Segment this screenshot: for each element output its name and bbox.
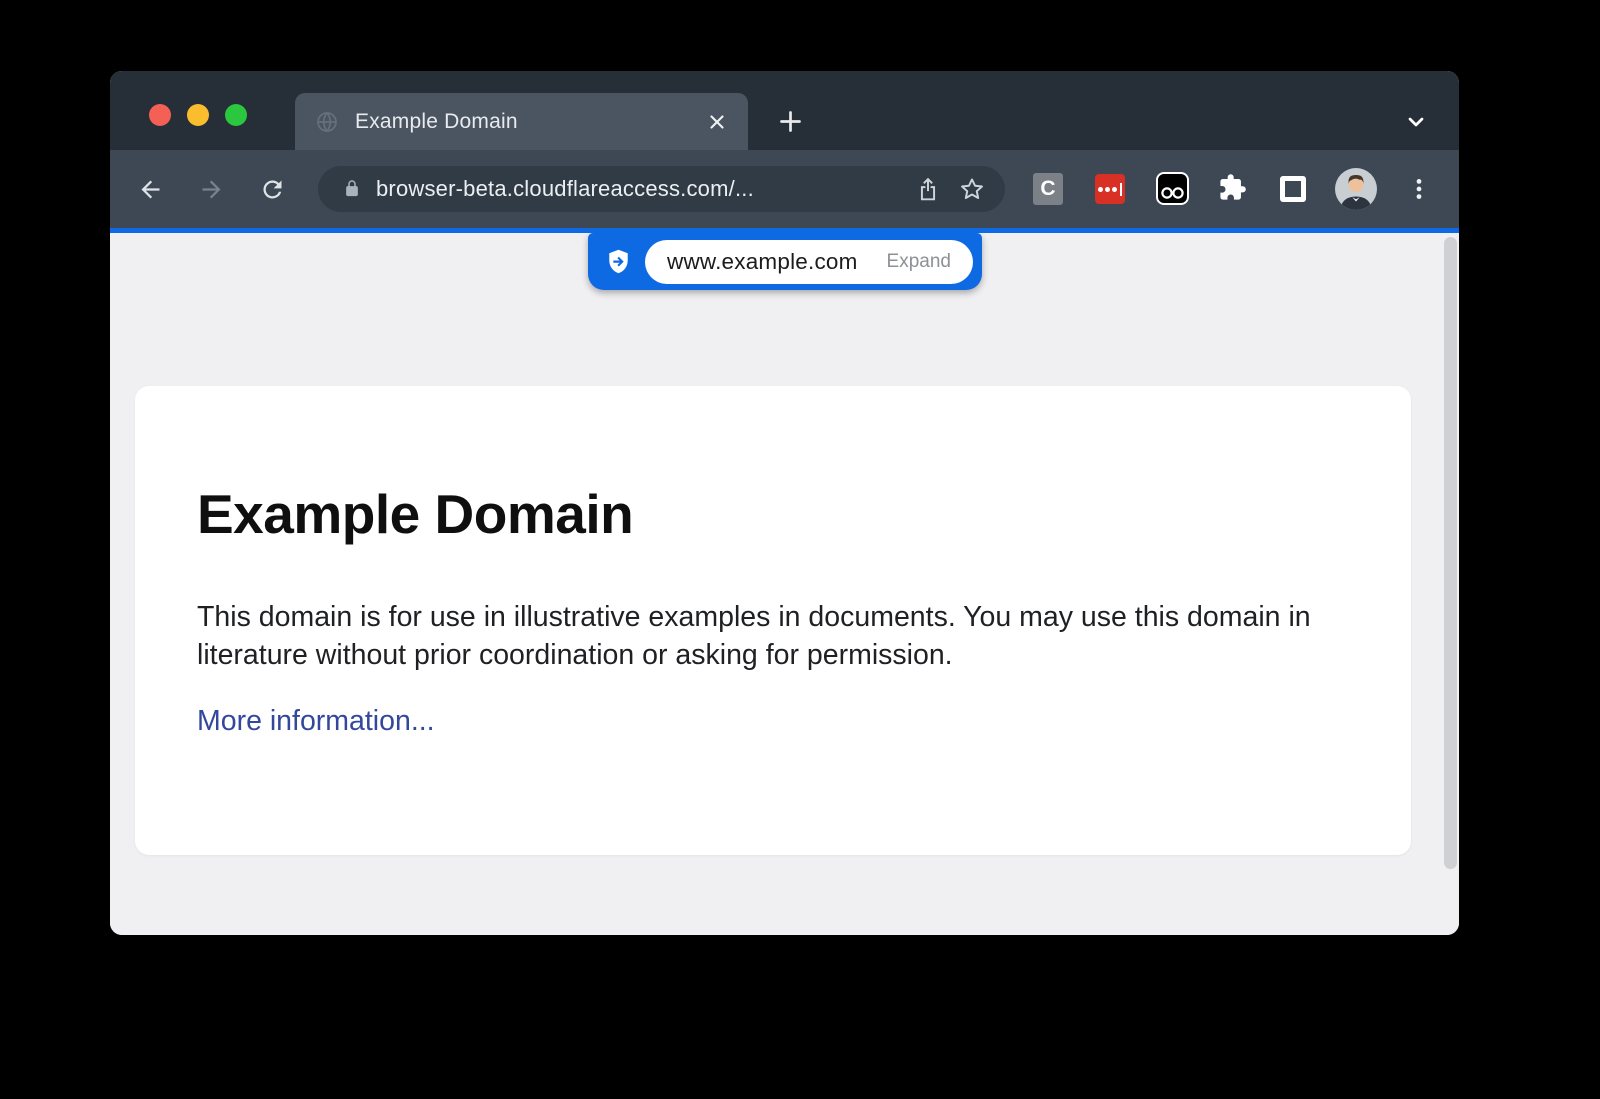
share-icon[interactable]: [915, 176, 941, 202]
side-panel-frame-icon[interactable]: [1280, 176, 1306, 202]
forward-button[interactable]: [198, 176, 225, 203]
content-card: Example Domain This domain is for use in…: [135, 386, 1411, 855]
address-bar[interactable]: browser-beta.cloudflareaccess.com/...: [318, 166, 1005, 212]
isolated-site-pill[interactable]: www.example.com Expand: [645, 240, 973, 284]
new-tab-button[interactable]: [777, 108, 804, 135]
page-viewport: www.example.com Expand Example Domain Th…: [110, 233, 1459, 935]
url-text: browser-beta.cloudflareaccess.com/...: [376, 176, 903, 202]
active-tab[interactable]: Example Domain: [295, 93, 748, 150]
red-dots-extension-icon[interactable]: [1095, 174, 1125, 204]
browser-window: Example Domain browser-beta.cloudflareac…: [110, 71, 1459, 935]
minimize-traffic-light[interactable]: [187, 104, 209, 126]
browser-toolbar: browser-beta.cloudflareaccess.com/... C: [110, 150, 1459, 228]
zoom-traffic-light[interactable]: [225, 104, 247, 126]
back-button[interactable]: [137, 176, 164, 203]
profile-avatar[interactable]: [1335, 168, 1377, 210]
tab-title: Example Domain: [355, 110, 706, 134]
star-bookmark-icon[interactable]: [959, 176, 985, 202]
expand-button[interactable]: Expand: [887, 251, 951, 273]
puzzle-extensions-icon[interactable]: [1218, 173, 1247, 202]
tab-close-icon[interactable]: [706, 111, 728, 133]
reload-button[interactable]: [259, 176, 286, 203]
close-traffic-light[interactable]: [149, 104, 171, 126]
more-information-link[interactable]: More information...: [197, 705, 435, 738]
shield-arrow-icon: [605, 248, 632, 275]
globe-icon: [315, 110, 339, 134]
isolation-domain-pill: www.example.com Expand: [588, 233, 982, 290]
vertical-scrollbar[interactable]: [1444, 237, 1457, 869]
c-badge-extension-icon[interactable]: C: [1033, 173, 1063, 205]
tab-strip: Example Domain: [110, 71, 1459, 150]
two-circles-extension-icon[interactable]: [1156, 172, 1189, 205]
page-paragraph: This domain is for use in illustrative e…: [197, 598, 1341, 674]
isolated-domain-text: www.example.com: [667, 249, 887, 275]
desktop-background: Example Domain browser-beta.cloudflareac…: [0, 0, 1600, 1099]
lock-icon[interactable]: [342, 179, 362, 199]
kebab-menu-icon[interactable]: [1406, 176, 1432, 202]
page-title: Example Domain: [197, 483, 1341, 547]
tab-search-chevron-icon[interactable]: [1404, 110, 1428, 134]
